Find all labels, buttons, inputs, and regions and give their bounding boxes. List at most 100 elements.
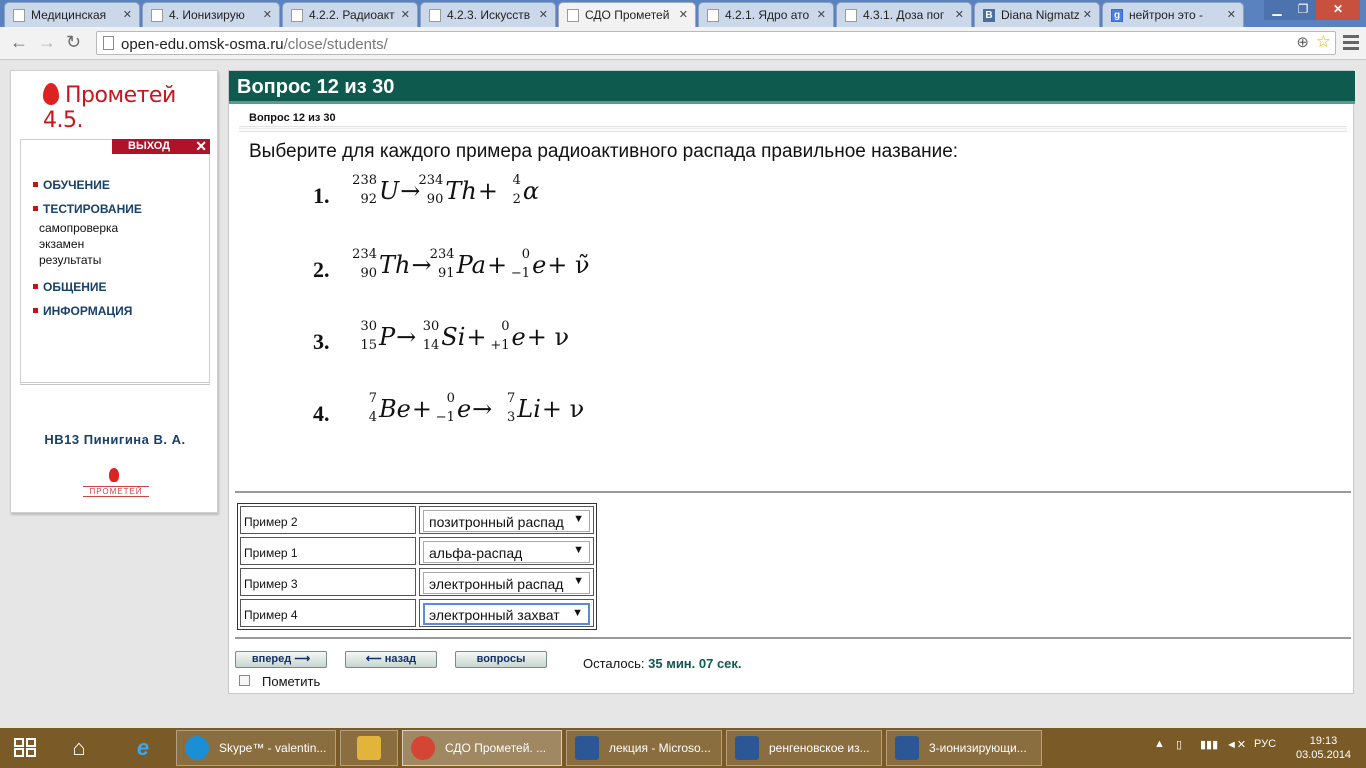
word-icon	[735, 736, 759, 760]
decay-type-select[interactable]: электронный захват ▼	[423, 603, 590, 625]
questions-button[interactable]: вопросы	[455, 651, 547, 668]
nuclide-symbol: Pa	[456, 251, 486, 279]
decay-type-select[interactable]: позитронный распад ▼	[423, 510, 590, 532]
submenu-self-check[interactable]: самопроверка	[39, 220, 142, 236]
desktop-home-icon[interactable]: ⌂	[64, 734, 94, 762]
vk-icon: B	[983, 9, 995, 22]
time-remaining: Осталось: 35 мин. 07 сек.	[583, 656, 742, 671]
browser-tab[interactable]: Медицинская ✕	[4, 2, 140, 27]
browser-tab[interactable]: 4. Ионизирую ✕	[142, 2, 280, 27]
equation-operator: + ν̃	[547, 251, 590, 279]
tab-close-icon[interactable]: ✕	[263, 8, 272, 21]
answer-row: Пример 3 электронный распад ▼	[240, 568, 594, 596]
equation-number: 3.	[313, 329, 330, 354]
question-text: Выберите для каждого примера радиоактивн…	[249, 141, 959, 162]
menu-item-testing[interactable]: ТЕСТИРОВАНИЕ	[33, 202, 142, 216]
windows-start-icon[interactable]	[14, 738, 38, 758]
submenu-results[interactable]: результаты	[39, 252, 142, 268]
equation-operator: →	[400, 177, 421, 205]
browser-tab[interactable]: g нейтрон это - ✕	[1102, 2, 1244, 27]
taskbar-item[interactable]: ренгеновское из...	[726, 730, 882, 766]
example-label: Пример 3	[240, 568, 416, 596]
nuclide-symbol: e	[456, 395, 472, 423]
nuclide-indices: 238 92	[352, 173, 377, 207]
internet-explorer-icon[interactable]: e	[128, 734, 158, 762]
chrome-icon	[411, 736, 435, 760]
tab-close-icon[interactable]: ✕	[1227, 8, 1236, 21]
browser-tab[interactable]: 4.2.1. Ядро ато ✕	[698, 2, 834, 27]
maximize-button[interactable]: ❐	[1290, 0, 1316, 20]
system-clock[interactable]: 19:13 03.05.2014	[1296, 734, 1351, 762]
question-subtitle: Вопрос 12 из 30	[249, 112, 336, 124]
browser-tab[interactable]: 4.2.2. Радиоакт ✕	[282, 2, 418, 27]
taskbar: ⌂ e Skype™ - valentin... СДО Прометей. ..…	[0, 728, 1366, 768]
sidebar: Прометей 4.5. ВЫХОД ✕ ОБУЧЕНИЕ ТЕСТИРОВАН…	[10, 70, 218, 513]
nuclide-symbol: Si	[441, 323, 466, 351]
menu-item-learning[interactable]: ОБУЧЕНИЕ	[33, 178, 142, 192]
signal-icon[interactable]: ▮▮▮	[1200, 738, 1218, 751]
browser-tab[interactable]: СДО Прометей ✕	[558, 2, 696, 27]
question-panel: Вопрос 12 из 30 Вопрос 12 из 30 Выберите…	[228, 70, 1355, 694]
decay-type-select[interactable]: электронный распад ▼	[423, 572, 590, 594]
logout-button[interactable]: ВЫХОД ✕	[112, 139, 210, 154]
tab-close-icon[interactable]: ✕	[123, 8, 132, 21]
taskbar-item[interactable]: СДО Прометей. ...	[402, 730, 562, 766]
close-window-button[interactable]: ✕	[1316, 0, 1360, 20]
nuclide-symbol: Li	[517, 395, 541, 423]
tab-title: Diana Nigmatz	[1001, 8, 1079, 22]
answers-table: Пример 2 позитронный распад ▼ Пример 1 альфа…	[237, 503, 597, 630]
equation-operator: →	[411, 251, 432, 279]
chrome-menu-icon[interactable]	[1343, 35, 1359, 53]
zoom-icon[interactable]: ⊕	[1296, 33, 1309, 51]
menu-item-information[interactable]: ИНФОРМАЦИЯ	[33, 304, 142, 318]
back-button[interactable]: ⟵ назад	[345, 651, 437, 668]
prometheus-logo[interactable]: Прометей 4.5.	[43, 83, 217, 133]
page-icon	[103, 36, 114, 50]
equation-operator: +	[466, 323, 487, 351]
equation-operator: →	[472, 395, 493, 423]
nuclide-indices: 0 −1	[510, 247, 531, 281]
minimize-button[interactable]: ▁	[1264, 0, 1290, 20]
taskbar-item[interactable]	[340, 730, 398, 766]
page-icon	[567, 9, 579, 22]
nuclide-symbol: Th	[379, 251, 411, 279]
bookmark-star-icon[interactable]: ☆	[1316, 32, 1331, 52]
tab-close-icon[interactable]: ✕	[1083, 8, 1092, 21]
browser-tab[interactable]: 4.2.3. Искусств ✕	[420, 2, 556, 27]
example-label: Пример 1	[240, 537, 416, 565]
taskbar-item[interactable]: лекция - Microso...	[566, 730, 722, 766]
tab-close-icon[interactable]: ✕	[955, 8, 964, 21]
mark-checkbox[interactable]: Пометить	[239, 674, 320, 689]
tab-close-icon[interactable]: ✕	[679, 8, 688, 21]
taskbar-item[interactable]: 3-ионизирующи...	[886, 730, 1042, 766]
nuclide-indices: 0 −1	[435, 391, 455, 425]
equation-formula: 30 15 P→ 30 14 Si+ 0 +1 e+ ν	[355, 319, 570, 353]
browser-tab[interactable]: B Diana Nigmatz ✕	[974, 2, 1100, 27]
tab-close-icon[interactable]: ✕	[817, 8, 826, 21]
back-arrow-icon[interactable]: ←	[10, 32, 28, 53]
dropdown-arrow-icon: ▼	[573, 575, 584, 587]
decay-equation: 3. 30 15 P→ 30 14 Si+ 0 +1 e+ ν	[313, 319, 633, 381]
equation-operator: +	[477, 177, 498, 205]
show-hidden-icons[interactable]: ▲	[1154, 738, 1165, 750]
browser-toolbar: ← → ↻ open-edu.omsk-osma.ru/close/studen…	[0, 27, 1366, 60]
next-button[interactable]: вперед ⟶	[235, 651, 327, 668]
tab-close-icon[interactable]: ✕	[401, 8, 410, 21]
submenu-exam[interactable]: экзамен	[39, 236, 142, 252]
taskbar-item[interactable]: Skype™ - valentin...	[176, 730, 336, 766]
tab-close-icon[interactable]: ✕	[539, 8, 548, 21]
mute-speaker-icon[interactable]: ◄✕	[1226, 738, 1246, 751]
taskbar-item-label: ренгеновское из...	[769, 741, 870, 755]
menu-item-communication[interactable]: ОБЩЕНИЕ	[33, 280, 142, 294]
reload-icon[interactable]: ↻	[66, 32, 81, 53]
page-icon	[291, 9, 303, 22]
language-indicator[interactable]: РУС	[1254, 738, 1276, 750]
forward-arrow-icon[interactable]: →	[38, 32, 56, 53]
browser-tab[interactable]: 4.3.1. Доза пог ✕	[836, 2, 972, 27]
skype-icon	[185, 736, 209, 760]
divider	[235, 637, 1351, 639]
checkbox[interactable]	[239, 675, 250, 686]
decay-type-select[interactable]: альфа-распад ▼	[423, 541, 590, 563]
address-bar[interactable]: open-edu.omsk-osma.ru/close/students/ ⊕ …	[96, 31, 1336, 55]
phone-icon[interactable]: ▯	[1176, 738, 1182, 751]
